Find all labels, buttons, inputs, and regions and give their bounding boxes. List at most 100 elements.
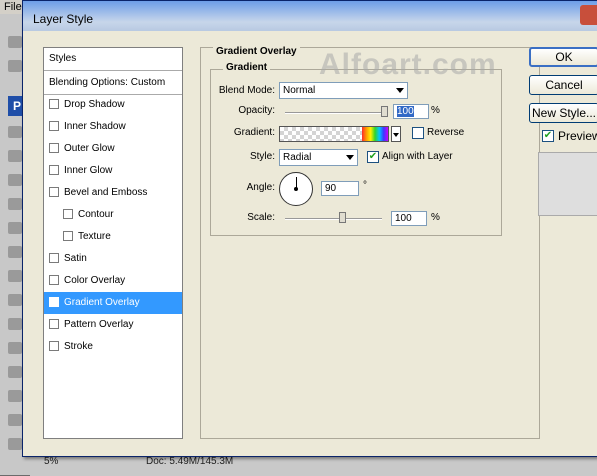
selection-tool-icon[interactable] bbox=[8, 126, 22, 138]
style-item-label: Stroke bbox=[64, 341, 93, 352]
style-item-label: Inner Shadow bbox=[64, 121, 126, 132]
align-with-layer-checkbox[interactable]: ✔ bbox=[367, 151, 379, 163]
scale-unit: % bbox=[431, 212, 440, 223]
heal-tool-icon[interactable] bbox=[8, 246, 22, 258]
style-item-label: Bevel and Emboss bbox=[64, 187, 148, 198]
style-checkbox[interactable]: ✔ bbox=[49, 297, 59, 307]
style-item[interactable]: Inner Shadow bbox=[44, 116, 182, 138]
style-item[interactable]: Satin bbox=[44, 248, 182, 270]
styles-header[interactable]: Styles bbox=[44, 48, 182, 71]
style-checkbox[interactable] bbox=[49, 187, 59, 197]
blending-options-item[interactable]: Blending Options: Custom bbox=[44, 72, 182, 95]
opacity-unit: % bbox=[431, 105, 440, 116]
style-item[interactable]: Drop Shadow bbox=[44, 94, 182, 116]
style-item[interactable]: Stroke bbox=[44, 336, 182, 358]
blend-mode-select[interactable]: Normal bbox=[279, 82, 408, 99]
style-item-label: Texture bbox=[78, 231, 111, 242]
chevron-down-icon bbox=[396, 88, 404, 93]
style-checkbox[interactable] bbox=[49, 341, 59, 351]
gradient-picker[interactable] bbox=[279, 126, 389, 142]
crop-tool-icon[interactable] bbox=[8, 198, 22, 210]
scale-slider-track[interactable] bbox=[285, 218, 382, 220]
angle-dial-center bbox=[294, 187, 298, 191]
angle-unit: ° bbox=[363, 180, 367, 191]
lasso-tool-icon[interactable] bbox=[8, 150, 22, 162]
blend-mode-label: Blend Mode: bbox=[218, 85, 275, 96]
style-item[interactable]: ✔ Gradient Overlay bbox=[44, 292, 182, 314]
style-item-label: Contour bbox=[78, 209, 114, 220]
style-item[interactable]: Inner Glow bbox=[44, 160, 182, 182]
history-brush-icon[interactable] bbox=[8, 318, 22, 330]
style-checkbox[interactable] bbox=[63, 209, 73, 219]
opacity-label: Opacity: bbox=[238, 105, 275, 116]
preview-checkbox[interactable]: ✔ bbox=[542, 130, 554, 142]
watermark: Alfoart.com bbox=[319, 48, 497, 81]
style-item-label: Satin bbox=[64, 253, 87, 264]
dialog-title-bar[interactable]: Layer Style bbox=[23, 1, 597, 31]
close-icon[interactable] bbox=[580, 5, 597, 25]
new-style-button[interactable]: New Style... bbox=[529, 103, 597, 123]
style-label: Style: bbox=[249, 151, 275, 162]
opacity-input[interactable]: 100 bbox=[393, 104, 429, 119]
gradient-label: Gradient: bbox=[233, 127, 275, 138]
doc-info: Doc: 5.49M/145.3M bbox=[146, 456, 234, 467]
styles-list: Styles Blending Options: Custom Drop Sha… bbox=[43, 47, 183, 439]
scale-slider-thumb[interactable] bbox=[339, 212, 346, 223]
style-item[interactable]: Contour bbox=[44, 204, 182, 226]
style-checkbox[interactable] bbox=[49, 99, 59, 109]
style-item-label: Outer Glow bbox=[64, 143, 115, 154]
style-checkbox[interactable] bbox=[49, 275, 59, 285]
style-checkbox[interactable] bbox=[49, 319, 59, 329]
checkmark-icon: ✔ bbox=[368, 151, 378, 162]
style-checkbox[interactable] bbox=[63, 231, 73, 241]
gradient-dropdown-button[interactable] bbox=[391, 126, 401, 142]
style-select[interactable]: Radial bbox=[279, 149, 358, 166]
dodge-tool-icon[interactable] bbox=[8, 414, 22, 426]
pen-tool-icon[interactable] bbox=[8, 438, 22, 450]
dialog-title: Layer Style bbox=[33, 12, 94, 26]
style-item[interactable]: Pattern Overlay bbox=[44, 314, 182, 336]
chevron-down-icon bbox=[346, 155, 354, 160]
ok-button[interactable]: OK bbox=[529, 47, 597, 67]
scale-label: Scale: bbox=[247, 212, 275, 223]
gradient-preview bbox=[362, 127, 388, 141]
style-item-label: Color Overlay bbox=[64, 275, 126, 286]
gradient-tool-icon[interactable] bbox=[8, 366, 22, 378]
marquee-tool-icon[interactable] bbox=[8, 60, 22, 72]
eraser-tool-icon[interactable] bbox=[8, 342, 22, 354]
group-title: Gradient bbox=[223, 62, 271, 73]
style-item[interactable]: Color Overlay bbox=[44, 270, 182, 292]
style-checkbox[interactable] bbox=[49, 165, 59, 175]
style-checkbox[interactable] bbox=[49, 143, 59, 153]
stamp-tool-icon[interactable] bbox=[8, 294, 22, 306]
scale-input[interactable]: 100 bbox=[391, 211, 427, 226]
style-item-label: Pattern Overlay bbox=[64, 319, 134, 330]
style-item-label: Gradient Overlay bbox=[64, 297, 140, 308]
preview-swatch bbox=[538, 152, 597, 216]
checkmark-icon: ✔ bbox=[543, 130, 553, 141]
menu-file[interactable]: File bbox=[4, 1, 22, 13]
reverse-checkbox[interactable] bbox=[412, 127, 424, 139]
wand-tool-icon[interactable] bbox=[8, 174, 22, 186]
opacity-slider-thumb[interactable] bbox=[381, 106, 388, 117]
blur-tool-icon[interactable] bbox=[8, 390, 22, 402]
style-item-label: Drop Shadow bbox=[64, 99, 125, 110]
opacity-slider-track[interactable] bbox=[285, 112, 388, 114]
move-tool-icon[interactable] bbox=[8, 36, 22, 48]
align-with-layer-label: Align with Layer bbox=[382, 151, 453, 162]
brush-tool-icon[interactable] bbox=[8, 270, 22, 282]
style-checkbox[interactable] bbox=[49, 121, 59, 131]
angle-label: Angle: bbox=[246, 182, 275, 193]
style-item[interactable]: Bevel and Emboss bbox=[44, 182, 182, 204]
angle-dial[interactable] bbox=[279, 172, 313, 206]
cancel-button[interactable]: Cancel bbox=[529, 75, 597, 95]
angle-input[interactable]: 90 bbox=[321, 181, 359, 196]
slice-tool-icon[interactable] bbox=[8, 222, 22, 234]
style-item-label: Inner Glow bbox=[64, 165, 113, 176]
style-item[interactable]: Outer Glow bbox=[44, 138, 182, 160]
style-checkbox[interactable] bbox=[49, 253, 59, 263]
zoom-readout[interactable]: 5% bbox=[44, 456, 58, 467]
section-title: Gradient Overlay bbox=[213, 46, 300, 57]
style-item[interactable]: Texture bbox=[44, 226, 182, 248]
reverse-label: Reverse bbox=[427, 127, 465, 138]
